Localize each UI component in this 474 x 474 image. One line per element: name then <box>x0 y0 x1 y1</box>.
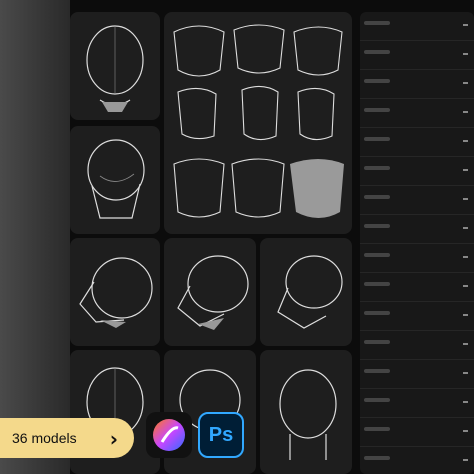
model-thumbnail-head-three-quarter[interactable] <box>260 350 352 474</box>
head-profile-icon <box>177 255 249 330</box>
chevron-right-icon: › <box>109 427 118 451</box>
model-thumbnail-head-front[interactable] <box>70 12 160 120</box>
layer-row[interactable] <box>360 41 474 70</box>
models-count-badge[interactable]: 36 models › <box>0 418 134 458</box>
photoshop-label: Ps <box>208 423 234 446</box>
layer-row[interactable] <box>360 12 474 41</box>
layer-row[interactable] <box>360 447 474 474</box>
layer-row[interactable] <box>360 157 474 186</box>
layer-row[interactable] <box>360 186 474 215</box>
layer-row[interactable] <box>360 244 474 273</box>
model-thumbnail-head-profile-3[interactable] <box>260 238 352 346</box>
layer-row[interactable] <box>360 215 474 244</box>
layer-row[interactable] <box>360 331 474 360</box>
head-profile-icon <box>277 255 343 329</box>
photoshop-icon: Ps <box>198 412 244 458</box>
head-three-quarter-icon <box>279 369 337 460</box>
head-front-icon <box>86 25 144 112</box>
model-thumbnail-torsos[interactable] <box>164 12 352 234</box>
layer-row[interactable] <box>360 273 474 302</box>
layer-row[interactable] <box>360 99 474 128</box>
sidebar-gradient <box>0 0 70 474</box>
layer-row[interactable] <box>360 360 474 389</box>
torso-grid-icon <box>173 24 344 218</box>
model-thumbnail-head-profile-1[interactable] <box>70 238 160 346</box>
head-profile-icon <box>79 257 153 328</box>
head-up-icon <box>87 139 145 219</box>
layer-row[interactable] <box>360 128 474 157</box>
layer-row[interactable] <box>360 418 474 447</box>
layer-row[interactable] <box>360 389 474 418</box>
layers-strip <box>360 12 474 474</box>
layer-row[interactable] <box>360 70 474 99</box>
procreate-icon <box>146 412 192 458</box>
models-count-label: 36 models <box>12 430 77 446</box>
layer-row[interactable] <box>360 302 474 331</box>
model-thumbnail-head-profile-2[interactable] <box>164 238 256 346</box>
model-thumbnail-head-up[interactable] <box>70 126 160 234</box>
